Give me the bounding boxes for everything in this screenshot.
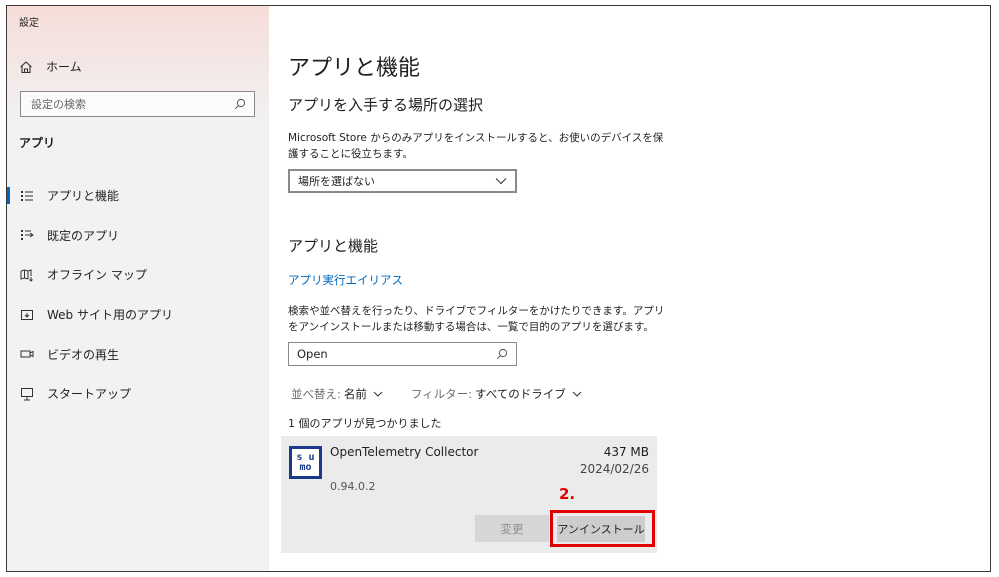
sidebar-item-label: ビデオの再生 [47,347,120,362]
chevron-down-icon [495,178,507,185]
chevron-down-icon[interactable] [373,391,383,397]
sort-dropdown[interactable]: 名前 [344,386,367,402]
install-source-heading: アプリを入手する場所の選択 [288,96,484,114]
sidebar-item-apps-features[interactable]: アプリと機能 [7,176,269,216]
search-icon [496,348,508,360]
page-title: アプリと機能 [288,56,421,81]
dropdown-value: 場所を選ばない [298,175,375,188]
offline-maps-icon [20,268,34,282]
app-search-value: Open [297,347,328,361]
chevron-down-icon[interactable] [572,391,582,397]
default-apps-icon [20,228,34,242]
home-label: ホーム [46,60,82,74]
app-icon-text-top: s u [296,451,315,463]
sort-filter-bar: 並べ替え: 名前 フィルター: すべてのドライブ [291,386,582,402]
app-install-date: 2024/02/26 [579,462,649,476]
app-search-input[interactable]: Open [288,342,517,366]
search-icon [234,98,246,110]
video-playback-icon [20,347,34,361]
home-icon [20,60,32,73]
sort-label: 並べ替え: [291,387,341,401]
settings-search-input[interactable]: 設定の検索 [20,91,255,117]
app-icon-text-bottom: mo [299,461,312,473]
install-source-dropdown[interactable]: 場所を選ばない [288,169,517,193]
window-title: 設定 [19,18,39,29]
settings-window: 設定 ホーム 設定の検索 アプリ アプリと機能 既定のアプリ オフライン マップ… [6,5,991,572]
sidebar-item-default-apps[interactable]: 既定のアプリ [7,216,269,256]
app-list-item[interactable]: s u mo OpenTelemetry Collector 437 MB 20… [281,436,657,553]
section-title: アプリ [19,136,56,150]
startup-icon [20,387,34,401]
annotation-step-label: 2. [559,485,576,503]
app-execution-alias-link[interactable]: アプリ実行エイリアス [288,272,403,288]
filter-label: フィルター: [410,387,473,401]
sidebar-item-startup[interactable]: スタートアップ [7,374,269,414]
annotation-highlight-box [550,510,655,547]
app-version: 0.94.0.2 [330,480,376,493]
sidebar-item-offline-maps[interactable]: オフライン マップ [7,255,269,295]
sidebar-item-label: 既定のアプリ [47,228,120,243]
sidebar-item-apps-for-websites[interactable]: Web サイト用のアプリ [7,295,269,335]
sidebar-nav: アプリと機能 既定のアプリ オフライン マップ Web サイト用のアプリ ビデオ… [7,176,269,414]
home-nav-item[interactable]: ホーム [19,58,82,75]
search-placeholder: 設定の検索 [31,98,86,111]
sidebar: 設定 ホーム 設定の検索 アプリ アプリと機能 既定のアプリ オフライン マップ… [7,6,269,571]
result-count: 1 個のアプリが見つかりました [288,417,442,430]
app-size: 437 MB [603,445,649,459]
app-name: OpenTelemetry Collector [330,445,479,459]
apps-for-websites-icon [20,308,34,322]
main-content: アプリと機能 アプリを入手する場所の選択 Microsoft Store からの… [269,6,990,571]
apps-features-description: 検索や並べ替えを行ったり、ドライブでフィルターをかけたりできます。アプリをアンイ… [288,305,665,333]
filter-dropdown[interactable]: すべてのドライブ [475,386,566,402]
modify-button: 変更 [475,515,549,542]
sidebar-item-label: オフライン マップ [47,268,147,283]
install-source-description: Microsoft Store からのみアプリをインストールすると、お使いのデバ… [288,132,664,160]
sumo-logic-app-icon: s u mo [289,446,322,479]
apps-features-heading: アプリと機能 [288,237,379,255]
sidebar-item-video-playback[interactable]: ビデオの再生 [7,334,269,374]
sidebar-item-label: アプリと機能 [47,189,120,204]
sidebar-item-label: Web サイト用のアプリ [47,308,173,323]
sidebar-item-label: スタートアップ [47,387,132,402]
apps-features-icon [20,189,34,203]
